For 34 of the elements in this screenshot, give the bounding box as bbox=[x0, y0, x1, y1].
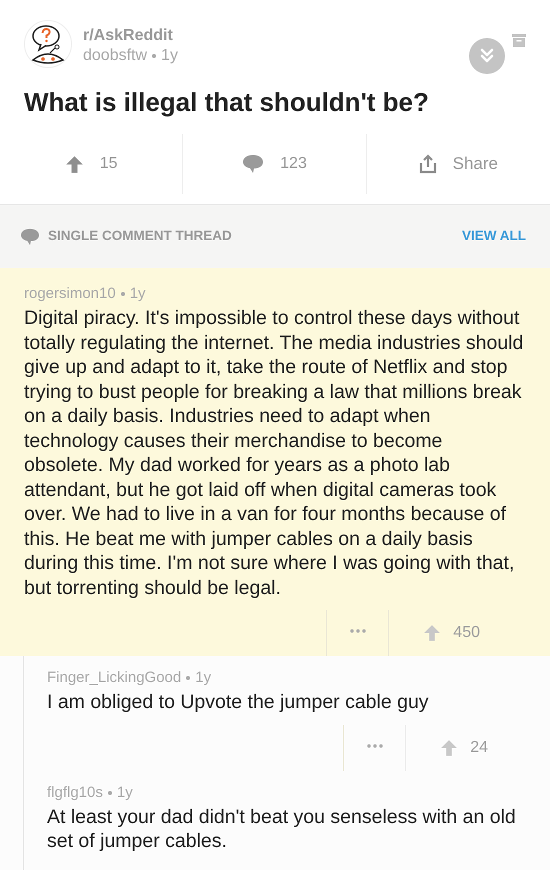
comments-button[interactable]: 123 bbox=[183, 134, 367, 194]
thread-label: SINGLE COMMENT THREAD bbox=[48, 227, 232, 246]
comment-age: 1y bbox=[130, 284, 146, 304]
post-title: What is illegal that shouldn't be? bbox=[24, 86, 430, 118]
comment-age: 1y bbox=[116, 782, 133, 802]
comment-author[interactable]: rogersimon10 bbox=[24, 284, 116, 304]
share-button[interactable]: Share bbox=[366, 134, 550, 194]
comment-text: I am obliged to Upvote the jumper cable guy bbox=[47, 690, 430, 714]
more-icon bbox=[350, 629, 366, 633]
comment-bubble-icon bbox=[242, 154, 264, 174]
subreddit-name[interactable]: r/AskReddit bbox=[83, 26, 469, 46]
double-chevron-down-icon bbox=[478, 47, 496, 65]
comment-author[interactable]: Finger_LickingGood bbox=[47, 668, 182, 688]
comment-author[interactable]: flgflg10s bbox=[47, 782, 103, 802]
post-author[interactable]: doobsftw bbox=[83, 46, 148, 66]
post-age: 1y bbox=[161, 46, 178, 66]
dot-separator-icon bbox=[152, 54, 156, 58]
more-icon bbox=[366, 744, 383, 748]
collapse-button[interactable] bbox=[469, 38, 505, 74]
view-all-link[interactable]: VIEW ALL bbox=[462, 226, 526, 247]
comment-text: Digital piracy. It's impossible to control these days without totally regulating the internet. The media industries should give up and adapt to it, take the route of Netflix and stop trying to bust people for breaking a law that millions break on a daily basis. Industries need to adapt when technology causes their merchandise to become obsolete. My dad worked for years as a photo lab attendant, but he got laid off when digital cameras took over. We had to live in a van for four months because of this. He beat me with jumper cables on a daily basis during this time. I'm not sure where I was going with that, but torrenting should be legal. bbox=[24, 306, 524, 600]
comment-age: 1y bbox=[195, 668, 212, 688]
dot-separator-icon bbox=[120, 292, 125, 296]
share-icon bbox=[418, 154, 437, 174]
comment-text: At least your dad didn't beat you senseless with an old set of jumper cables. bbox=[47, 804, 517, 854]
upvote-arrow-icon bbox=[423, 624, 442, 642]
upvote-arrow-icon bbox=[440, 738, 458, 756]
subreddit-avatar-icon bbox=[24, 20, 72, 68]
upvote-arrow-icon bbox=[64, 154, 84, 174]
comment-bubble-icon bbox=[20, 228, 40, 246]
dot-separator-icon bbox=[186, 676, 190, 680]
dot-separator-icon bbox=[108, 790, 112, 794]
upvote-button[interactable]: 15 bbox=[0, 134, 184, 194]
archive-icon bbox=[512, 34, 526, 48]
